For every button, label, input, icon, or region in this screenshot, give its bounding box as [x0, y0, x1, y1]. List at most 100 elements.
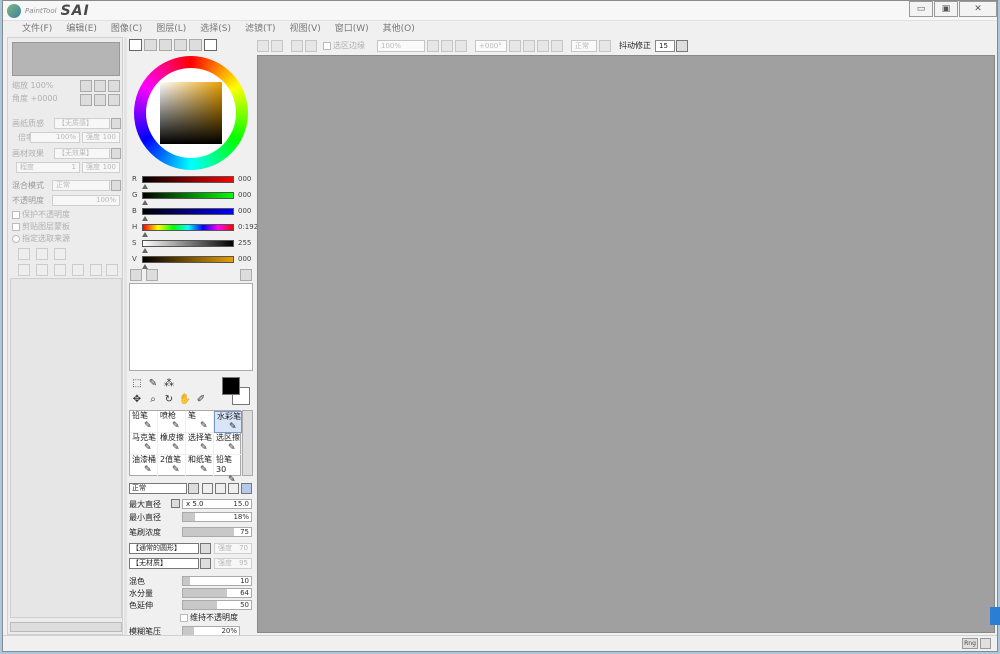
- brush-slot[interactable]: 水彩笔 ✎: [214, 411, 242, 433]
- slider-thumb-icon[interactable]: [142, 184, 148, 189]
- new-folder-icon[interactable]: [54, 248, 66, 260]
- brush-slot[interactable]: 2值笔 ✎: [158, 455, 186, 477]
- brush-texture-dropdown-icon[interactable]: [200, 558, 211, 569]
- brush-slot[interactable]: 和纸笔 ✎: [186, 455, 214, 477]
- brush-shape-square-icon[interactable]: [241, 483, 252, 494]
- stabilizer-field[interactable]: 15: [655, 40, 675, 52]
- opacity-field[interactable]: 100%: [52, 195, 120, 206]
- clear-layer-icon[interactable]: [54, 264, 66, 276]
- magic-wand-icon[interactable]: ⁂: [162, 377, 176, 391]
- min-diameter-slider[interactable]: 18%: [182, 512, 252, 522]
- brush-shape-flat-icon[interactable]: [228, 483, 239, 494]
- transfer-down-icon[interactable]: [18, 264, 30, 276]
- hand-icon[interactable]: ✋: [178, 393, 192, 407]
- keep-opacity-checkbox[interactable]: [180, 613, 188, 622]
- slider-g[interactable]: G 000: [130, 191, 254, 207]
- brush-shape-select[interactable]: 【通常的圆形】: [129, 543, 199, 554]
- scratchpad-tab-icon[interactable]: [189, 39, 202, 51]
- zoom-reset-toolbar-icon[interactable]: [455, 40, 467, 52]
- paper-texture-dropdown-icon[interactable]: [111, 118, 121, 129]
- degree-field[interactable]: 程度 1: [16, 162, 80, 173]
- navigator-preview[interactable]: [12, 42, 120, 76]
- brush-slot[interactable]: 选择笔 ✎: [186, 433, 214, 455]
- zoom-in-icon[interactable]: [94, 80, 106, 92]
- blend-slider[interactable]: 10: [182, 576, 252, 586]
- deselect-icon[interactable]: [291, 40, 303, 52]
- paper-texture-select[interactable]: 【无质感】: [54, 118, 110, 129]
- eyedropper-icon[interactable]: ✐: [194, 393, 208, 407]
- zoom-icon[interactable]: ⌕: [146, 393, 160, 407]
- angle-field[interactable]: +000°: [475, 40, 507, 52]
- water-slider[interactable]: 64: [182, 588, 252, 598]
- selection-edge-toggle[interactable]: 选区边缘: [323, 40, 365, 52]
- strength2-field[interactable]: 强度 100: [82, 162, 120, 173]
- brush-slot[interactable]: 橡皮擦 ✎: [158, 433, 186, 455]
- swatch-tab-icon[interactable]: [174, 39, 187, 51]
- panel-splitter[interactable]: [124, 37, 127, 635]
- new-linework-layer-icon[interactable]: [36, 248, 48, 260]
- slider-thumb-icon[interactable]: [142, 216, 148, 221]
- redo-color-icon[interactable]: [146, 269, 158, 281]
- scratch-expand-icon[interactable]: [240, 269, 252, 281]
- undo-icon[interactable]: [257, 40, 269, 52]
- new-layer-icon[interactable]: [18, 248, 30, 260]
- clip-layer-row[interactable]: 剪贴图层蒙板: [12, 221, 70, 233]
- restore-button[interactable]: ▣: [934, 1, 958, 17]
- scratch-pad[interactable]: [129, 283, 253, 371]
- brush-slot[interactable]: 笔 ✎: [186, 411, 214, 433]
- slider-r[interactable]: R 000: [130, 175, 254, 191]
- view-mode-dropdown-icon[interactable]: [599, 40, 611, 52]
- rgb-slider-tab-icon[interactable]: [144, 39, 157, 51]
- rotate-right-toolbar-icon[interactable]: [523, 40, 535, 52]
- max-diameter-lock-icon[interactable]: [171, 499, 180, 508]
- selection-edge-checkbox[interactable]: [323, 41, 331, 50]
- brush-slot[interactable]: 油漆桶 ✎: [130, 455, 158, 477]
- rotate-reset-toolbar-icon[interactable]: [537, 40, 549, 52]
- brush-slot[interactable]: 马克笔 ✎: [130, 433, 158, 455]
- brush-shape-dropdown-icon[interactable]: [200, 543, 211, 554]
- layer-list-scrollbar[interactable]: [10, 622, 122, 632]
- layer-mask-icon[interactable]: [90, 264, 102, 276]
- flip-horizontal-icon[interactable]: [551, 40, 563, 52]
- slider-b[interactable]: B 000: [130, 207, 254, 223]
- slider-track[interactable]: [142, 256, 234, 263]
- stabilizer-dropdown-icon[interactable]: [676, 40, 688, 52]
- mixer-tab-icon[interactable]: [204, 39, 217, 51]
- select-source-row[interactable]: 指定选取来源: [12, 233, 70, 245]
- rotate-left-toolbar-icon[interactable]: [509, 40, 521, 52]
- slider-track[interactable]: [142, 240, 234, 247]
- color-wheel-tab-icon[interactable]: [129, 39, 142, 51]
- brush-palette-scrollbar[interactable]: [242, 410, 253, 476]
- close-button[interactable]: ✕: [959, 1, 997, 17]
- redo-icon[interactable]: [271, 40, 283, 52]
- zoom-reset-icon[interactable]: [108, 80, 120, 92]
- invert-selection-icon[interactable]: [305, 40, 317, 52]
- slider-thumb-icon[interactable]: [142, 248, 148, 253]
- extend-slider[interactable]: 50: [182, 600, 252, 610]
- merge-down-icon[interactable]: [36, 264, 48, 276]
- brush-slot[interactable]: 喷枪 ✎: [158, 411, 186, 433]
- brush-slot[interactable]: 铅笔 ✎: [130, 411, 158, 433]
- menu-file[interactable]: 文件(F): [15, 22, 59, 36]
- undo-color-icon[interactable]: [130, 269, 142, 281]
- hsv-slider-tab-icon[interactable]: [159, 39, 172, 51]
- rotate-right-icon[interactable]: [94, 94, 106, 106]
- view-mode-field[interactable]: 正常: [571, 40, 597, 52]
- max-diameter-field[interactable]: x 5.0 15.0: [182, 499, 252, 509]
- clip-layer-checkbox[interactable]: [12, 222, 20, 231]
- apply-mask-icon[interactable]: [106, 264, 118, 276]
- baidu-paw-icon[interactable]: [990, 607, 1000, 625]
- menu-select[interactable]: 选择(S): [193, 22, 238, 36]
- brush-shape-sharp-icon[interactable]: [202, 483, 213, 494]
- slider-thumb-icon[interactable]: [142, 232, 148, 237]
- brush-mode-select[interactable]: 正常: [129, 483, 187, 494]
- zoom-in-toolbar-icon[interactable]: [441, 40, 453, 52]
- slider-track[interactable]: [142, 224, 234, 231]
- shape-strength-field[interactable]: 强度 70: [214, 543, 252, 554]
- texture-strength-field[interactable]: 强度 95: [214, 558, 252, 569]
- drawing-canvas[interactable]: [257, 55, 995, 633]
- strength-field[interactable]: 强度 100: [82, 132, 120, 143]
- zoom-out-toolbar-icon[interactable]: [427, 40, 439, 52]
- slider-track[interactable]: [142, 176, 234, 183]
- density-slider[interactable]: 75: [182, 527, 252, 537]
